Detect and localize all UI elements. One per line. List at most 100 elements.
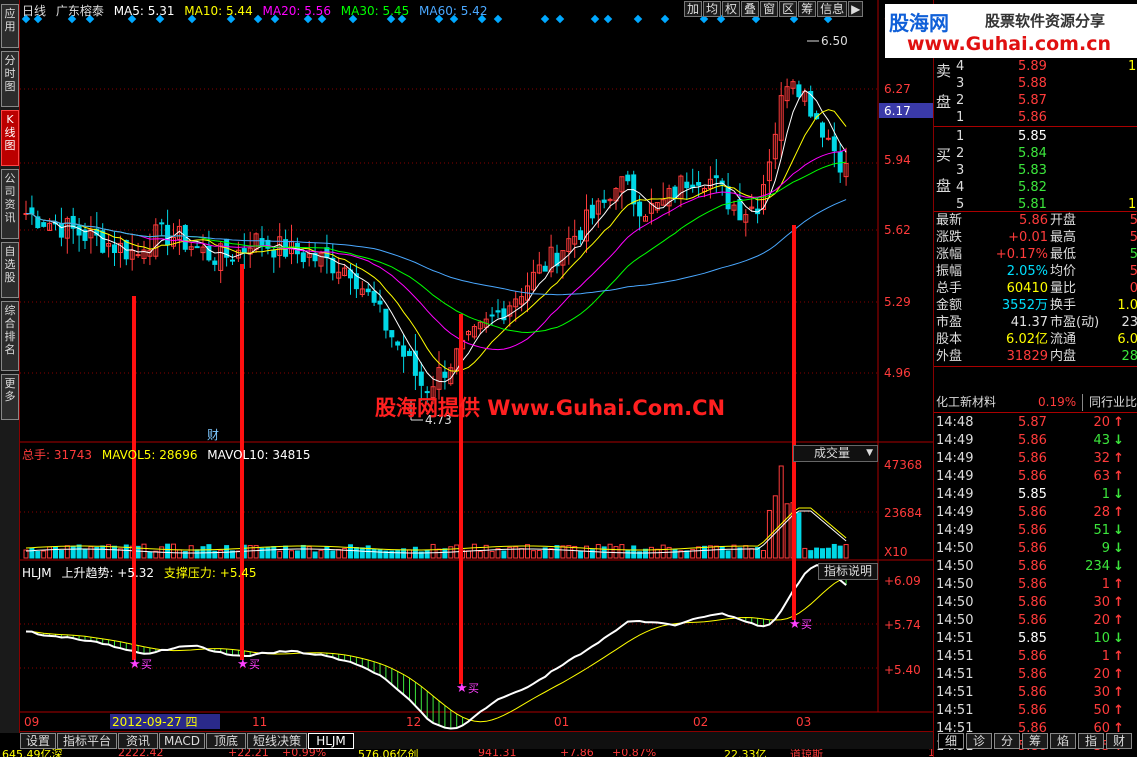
tick-volume: 30 (1093, 685, 1110, 700)
tick-row: 14:49 5.86 32 ↑ (934, 450, 1137, 467)
quote-label: 涨幅 (936, 247, 963, 262)
volume-bar (206, 544, 212, 559)
indicator-tab-4[interactable]: 顶底 (206, 733, 246, 749)
tick-time: 14:50 (936, 595, 974, 610)
tick-volume: 20 (1093, 667, 1110, 682)
candle-body (401, 345, 407, 357)
volume-bar (831, 543, 837, 559)
finance-marker[interactable]: 财 (207, 428, 219, 442)
volume-bar (377, 549, 383, 559)
quote-value: 1.0 (1117, 298, 1137, 313)
candle-body (696, 182, 702, 186)
panel-tab-5[interactable]: 指 (1078, 733, 1104, 749)
left-tab-label: 公司资讯 (4, 172, 16, 224)
tick-price: 5.86 (1018, 433, 1047, 448)
industry-name: 化工新材料 (936, 395, 997, 409)
left-tab-2[interactable]: K线图 (1, 110, 19, 166)
volume-bar (625, 550, 631, 559)
buy-signal-line (132, 296, 136, 660)
candle-body (831, 136, 837, 152)
volume-bar (501, 550, 507, 559)
toolbar-button-8[interactable]: ▶ (848, 1, 864, 17)
quote-value: +0.17% (995, 247, 1048, 262)
toolbar-button-4[interactable]: 窗 (760, 1, 779, 17)
ma10-value: MA10: 5.44 (184, 4, 253, 18)
ask-price: 5.87 (1018, 93, 1047, 108)
candle-body (601, 199, 607, 203)
toolbar-button-6[interactable]: 筹 (798, 1, 817, 17)
industry-compare-button[interactable]: 同行业比 (1082, 394, 1137, 411)
toolbar-button-2[interactable]: 权 (722, 1, 741, 17)
left-tab-label: K线图 (4, 113, 16, 152)
tick-volume: 63 (1093, 469, 1110, 484)
left-tab-4[interactable]: 自选股 (1, 242, 19, 298)
industry-divider (934, 412, 1137, 413)
indicator-tab-5[interactable]: 短线决策 (247, 733, 307, 749)
toolbar-button-3[interactable]: 叠 (741, 1, 760, 17)
quote-label: 开盘 (1050, 213, 1077, 228)
left-tab-0[interactable]: 应用 (1, 4, 19, 48)
panel-tab-6[interactable]: 财 (1106, 733, 1132, 749)
kline-chart[interactable]: 6.504.73财 ★买★买★买★买 6.606.276.175.945.625… (20, 0, 933, 733)
indicator-tab-6[interactable]: HLJM (308, 733, 354, 749)
tick-time: 14:49 (936, 505, 974, 520)
market-status-item: +0.87% (612, 749, 657, 757)
tick-price: 5.86 (1018, 577, 1047, 592)
tick-time: 14:50 (936, 613, 974, 628)
quote-value: 5 (1130, 263, 1137, 280)
ask-row: 4 5.89 1 (934, 58, 1137, 75)
left-tab-6[interactable]: 更多 (1, 374, 19, 420)
volume-selector[interactable]: 成交量 ▼ (793, 445, 878, 462)
quote-value: 5 (1130, 246, 1137, 263)
panel-tab-2[interactable]: 分 (994, 733, 1020, 749)
volume-bar (259, 547, 265, 559)
quote-label: 总手 (936, 281, 963, 296)
indicator-explain-button[interactable]: 指标说明 (818, 563, 878, 580)
candle-body (271, 250, 277, 258)
volume-selector-label: 成交量 (814, 446, 851, 460)
tick-row: 14:49 5.86 28 ↑ (934, 504, 1137, 521)
left-tab-label: 应用 (4, 7, 16, 33)
toolbar-button-7[interactable]: 信息 (817, 1, 848, 17)
volume-tick-label: X10 (884, 545, 908, 559)
industry-row[interactable]: 化工新材料 0.19% 同行业比 (934, 394, 1137, 411)
tick-price: 5.86 (1018, 469, 1047, 484)
market-status-item: +7.86 (560, 749, 594, 757)
arrow-down-icon: ↓ (1113, 631, 1124, 646)
quote-label: 最高 (1050, 230, 1077, 245)
panel-tab-0[interactable]: 细 (938, 733, 964, 749)
market-status-item: +22.21 (228, 749, 269, 757)
toolbar-button-1[interactable]: 均 (703, 1, 722, 17)
toolbar-button-0[interactable]: 加 (684, 1, 703, 17)
left-tab-1[interactable]: 分时图 (1, 51, 19, 107)
left-tab-3[interactable]: 公司资讯 (1, 169, 19, 239)
panel-tab-3[interactable]: 筹 (1022, 733, 1048, 749)
panel-tab-1[interactable]: 诊 (966, 733, 992, 749)
tick-time: 14:51 (936, 685, 974, 700)
indicator-tab-3[interactable]: MACD (159, 733, 205, 749)
candle-body (76, 225, 82, 236)
quote-label: 内盘 (1050, 349, 1077, 364)
chart-toolbar: 加均权叠窗区筹信息 ▶ (684, 1, 864, 17)
tick-time: 14:51 (936, 667, 974, 682)
logo-slogan: 股票软件资源分享 (985, 12, 1106, 30)
volume-bar (112, 545, 117, 559)
quote-row: 金额 3552万 换手 1.0 (934, 297, 1137, 314)
quote-value: 6.02亿 (1006, 332, 1048, 347)
indicator-tab-1[interactable]: 指标平台 (57, 733, 117, 749)
tick-row: 14:50 5.86 30 ↑ (934, 594, 1137, 611)
indicator-tab-0[interactable]: 设置 (20, 733, 56, 749)
candle-body (489, 314, 495, 317)
buy-signal-line (792, 225, 796, 620)
toolbar-button-5[interactable]: 区 (779, 1, 798, 17)
volume-bar (424, 549, 430, 559)
candle-body (495, 310, 501, 313)
indicator-tab-2[interactable]: 资讯 (118, 733, 158, 749)
volume-bar (725, 550, 731, 559)
quote-label: 涨跌 (936, 230, 963, 245)
left-tab-5[interactable]: 综合排名 (1, 301, 19, 371)
tick-row: 14:49 5.86 43 ↓ (934, 432, 1137, 449)
panel-tab-4[interactable]: 焰 (1050, 733, 1076, 749)
market-status-item: 22.33亿 (724, 749, 767, 757)
tick-row: 14:50 5.86 20 ↑ (934, 612, 1137, 629)
